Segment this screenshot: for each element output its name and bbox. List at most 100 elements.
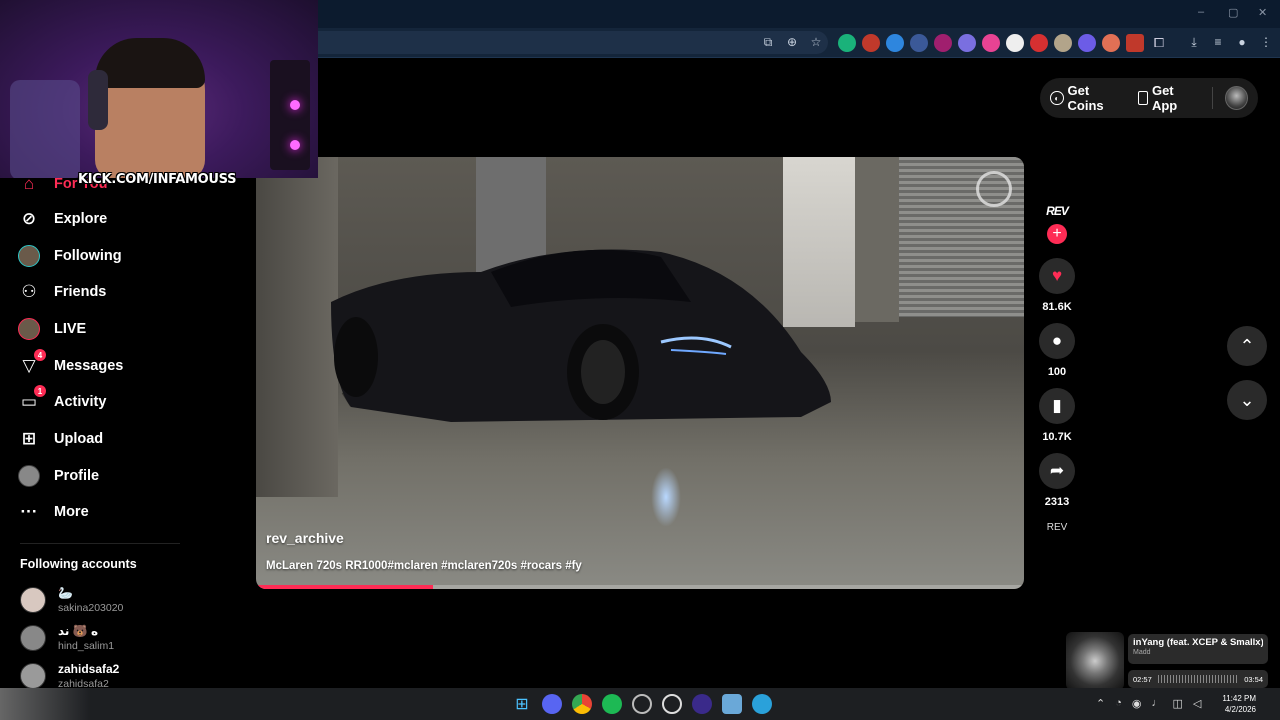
extension-icon[interactable] — [1078, 34, 1096, 52]
telegram-icon[interactable] — [752, 694, 772, 714]
video-player[interactable]: rev_archive McLaren 720s RR1000#mclaren … — [256, 157, 1024, 589]
following-account[interactable]: ه 🐻 ند hind_salim1 — [20, 622, 114, 654]
video-progress-bar[interactable] — [256, 585, 1024, 589]
obs-icon[interactable] — [632, 694, 652, 714]
volume-icon[interactable]: ◁ — [1193, 697, 1201, 710]
sidebar-item-following[interactable]: Following — [18, 240, 122, 272]
wifi-icon[interactable]: ◫ — [1172, 697, 1182, 710]
share-button[interactable]: ➦ — [1039, 453, 1075, 489]
album-art[interactable] — [1066, 632, 1124, 690]
sidebar-item-activity[interactable]: ▭ 1 Activity — [18, 385, 106, 418]
like-button[interactable]: ♥ — [1039, 258, 1075, 294]
get-coins-button[interactable]: ◐ Get Coins — [1050, 83, 1126, 113]
user-avatar[interactable] — [1224, 86, 1248, 110]
windows-start-icon[interactable]: ⊞ — [512, 694, 532, 714]
now-playing-widget: inYang (feat. XCEP & Smallx) Madd 02:57 … — [1066, 632, 1270, 696]
account-avatar — [20, 587, 46, 613]
extension-icon[interactable] — [886, 34, 904, 52]
extension-icon[interactable] — [910, 34, 928, 52]
follow-button[interactable]: + — [1047, 224, 1067, 244]
browser-tools: ⤓ ≡ ● ⋮ — [1186, 34, 1274, 50]
account-name: ه 🐻 ند — [58, 624, 99, 638]
clock-date: 4/2/2026 — [1224, 705, 1256, 714]
sidebar-item-explore[interactable]: ⊘ Explore — [18, 203, 107, 235]
friends-icon: ⚇ — [21, 282, 37, 301]
close-window-button[interactable]: ✕ — [1258, 6, 1267, 19]
address-bar[interactable] — [300, 31, 828, 54]
extension-icon[interactable] — [1102, 34, 1120, 52]
account-avatar — [20, 625, 46, 651]
extension-icon[interactable] — [1030, 34, 1048, 52]
streamer-webcam — [0, 0, 318, 178]
chevron-up-icon[interactable]: ⌃ — [1096, 697, 1105, 710]
taskbar-widget[interactable] — [0, 688, 90, 720]
app-icon[interactable] — [722, 694, 742, 714]
sidebar-item-messages[interactable]: ▽ 4 Messages — [18, 349, 123, 382]
extension-icon[interactable] — [1054, 34, 1072, 52]
activity-badge: 1 — [34, 385, 46, 397]
extension-icon[interactable] — [1006, 34, 1024, 52]
profile-icon[interactable]: ● — [1234, 34, 1250, 50]
bookmark-icon: ▮ — [1052, 396, 1062, 415]
app-icon[interactable] — [662, 694, 682, 714]
sidebar-item-upload[interactable]: ⊞ Upload — [18, 423, 103, 455]
spotify-icon[interactable] — [602, 694, 622, 714]
sidebar-item-live[interactable]: LIVE — [18, 313, 86, 345]
track-title: inYang (feat. XCEP & Smallx) — [1133, 637, 1263, 648]
bookmark-count: 10.7K — [1042, 431, 1072, 443]
comment-icon: ● — [1051, 331, 1063, 350]
chrome-icon[interactable] — [572, 694, 592, 714]
live-avatar — [18, 318, 40, 340]
discord-icon[interactable] — [542, 694, 562, 714]
creator-avatar[interactable]: REV — [1038, 204, 1076, 224]
sidebar-item-friends[interactable]: ⚇ Friends — [18, 276, 106, 308]
video-progress-fill — [256, 585, 433, 589]
taskbar-apps: ⊞ — [512, 694, 772, 714]
sidebar-item-profile[interactable]: Profile — [18, 460, 99, 492]
next-video-button[interactable]: ⌄ — [1227, 380, 1267, 420]
more-icon: ··· — [20, 502, 38, 521]
track-timeline[interactable]: 02:57 03:54 — [1128, 670, 1268, 688]
network-icon[interactable]: ◔ — [1115, 697, 1122, 710]
rev-watermark-icon — [976, 171, 1012, 207]
extension-icon[interactable] — [838, 34, 856, 52]
sound-disc[interactable]: REV — [1042, 522, 1072, 542]
microphone-app-icon[interactable] — [692, 694, 712, 714]
video-scene — [855, 157, 899, 322]
extension-icon[interactable] — [934, 34, 952, 52]
extension-icon[interactable] — [862, 34, 880, 52]
puzzle-extensions-icon[interactable]: ⧠ — [1150, 34, 1168, 52]
download-icon[interactable]: ⤓ — [1186, 34, 1202, 50]
sidebar-item-more[interactable]: ··· More — [18, 496, 89, 528]
following-avatar — [18, 245, 40, 267]
stream-overlay-text: KICK.COM/INFAMOUSS — [78, 172, 237, 187]
cast-icon[interactable]: ⧉ — [760, 34, 776, 50]
previous-video-button[interactable]: ⌃ — [1227, 326, 1267, 366]
minimize-button[interactable]: – — [1198, 6, 1204, 18]
elapsed-time: 02:57 — [1133, 674, 1152, 684]
chevron-up-icon: ⌃ — [1239, 335, 1255, 356]
zoom-icon[interactable]: ⊕ — [784, 34, 800, 50]
sidebar-item-label: Friends — [54, 284, 107, 300]
kebab-menu-icon[interactable]: ⋮ — [1258, 34, 1274, 50]
coin-icon: ◐ — [1050, 91, 1064, 105]
discord-tray-icon[interactable]: ◉ — [1132, 697, 1142, 710]
extension-icon[interactable] — [958, 34, 976, 52]
star-bookmark-icon[interactable]: ☆ — [808, 34, 824, 50]
comment-button[interactable]: ● — [1039, 323, 1075, 359]
screen: – ▢ ✕ ⧉ ⊕ ☆ ⧠ ⤓ ≡ ● ⋮ ◐ Get Coins Get Ap… — [0, 0, 1280, 720]
headset-icon — [88, 70, 108, 130]
following-account[interactable]: 🦢 sakina203020 — [20, 584, 123, 616]
phone-icon — [1138, 91, 1148, 105]
reading-list-icon[interactable]: ≡ — [1210, 34, 1226, 50]
car-image — [331, 249, 831, 422]
get-app-button[interactable]: Get App — [1138, 83, 1200, 113]
maximize-button[interactable]: ▢ — [1228, 6, 1238, 19]
extension-icon[interactable] — [1126, 34, 1144, 52]
extension-icon[interactable] — [982, 34, 1000, 52]
bookmark-button[interactable]: ▮ — [1039, 388, 1075, 424]
account-handle: hind_salim1 — [58, 640, 115, 652]
video-username[interactable]: rev_archive — [266, 530, 344, 546]
mic-icon[interactable]: ♩ — [1151, 697, 1162, 710]
system-clock[interactable]: 11:42 PM 4/2/2026 — [1212, 693, 1256, 715]
